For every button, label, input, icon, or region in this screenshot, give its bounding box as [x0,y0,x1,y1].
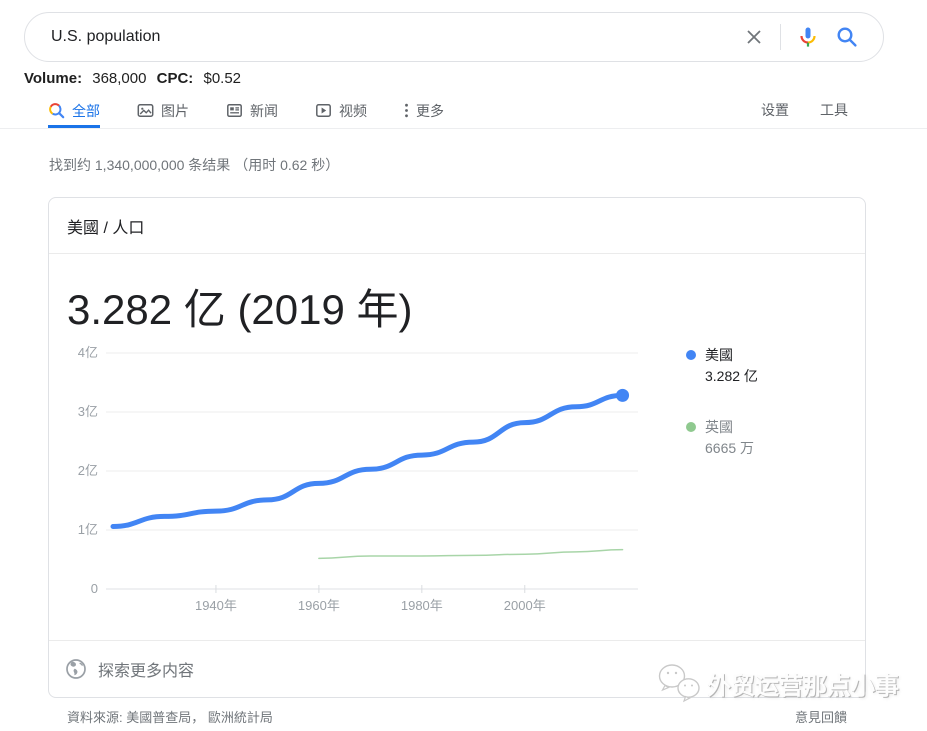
legend-value: 6665 万 [705,437,754,459]
search-bar [24,12,884,62]
wechat-bubbles-logo-icon [656,662,704,705]
videos-icon [315,102,332,119]
watermark: 外贸运营那点小事 [656,662,899,705]
settings-link[interactable]: 设置 [761,100,789,120]
volume-label: Volume: [24,70,82,87]
watermark-text: 外贸运营那点小事 [707,666,899,701]
knowledge-panel-card: 美國 / 人口 3.282 亿 (2019 年) 0 1亿 2亿 3亿 4亿 1940年 1… [48,197,866,698]
google-serp-page: Volume: 368,000 CPC: $0.52 全部 [0,0,927,731]
us-series-dot-icon [686,350,696,360]
tabs-divider [0,128,927,129]
legend-name: 英國 [705,417,754,437]
tab-label: 视频 [339,101,367,121]
legend-entry-uk[interactable]: 英國 6665 万 [686,417,758,459]
tab-label: 全部 [72,101,100,121]
svg-text:1980年: 1980年 [401,598,443,613]
tools-link[interactable]: 工具 [820,100,848,120]
more-dots-icon [404,102,409,119]
tab-label: 图片 [161,101,189,121]
chart-legend: 美國 3.282 亿 英國 6665 万 [686,345,758,489]
tab-more[interactable]: 更多 [404,96,444,125]
svg-text:4亿: 4亿 [78,345,98,360]
legend-entry-us[interactable]: 美國 3.282 亿 [686,345,758,387]
svg-text:3亿: 3亿 [78,404,98,419]
clear-icon[interactable] [743,26,765,48]
result-tabs: 全部 图片 新闻 [48,96,481,128]
svg-text:2000年: 2000年 [504,598,546,613]
mic-icon[interactable] [796,25,820,49]
keyword-metrics-bar: Volume: 368,000 CPC: $0.52 [24,70,247,87]
svg-text:1960年: 1960年 [298,598,340,613]
source-row: 資料來源: 美國普查局， 歐洲統計局 意見回饋 [67,707,847,726]
cpc-value: $0.52 [203,70,241,87]
feedback-link[interactable]: 意見回饋 [795,707,847,726]
search-input[interactable] [25,28,743,46]
population-headline: 3.282 亿 (2019 年) [67,276,413,337]
tab-label: 更多 [416,101,444,121]
legend-value: 3.282 亿 [705,365,758,387]
images-icon [137,102,154,119]
svg-text:1亿: 1亿 [78,522,98,537]
data-source-text: 資料來源: 美國普查局， 歐洲統計局 [67,707,273,726]
search-bar-divider [780,24,781,50]
svg-text:1940年: 1940年 [195,598,237,613]
tab-images[interactable]: 图片 [137,96,189,125]
svg-text:2亿: 2亿 [78,463,98,478]
breadcrumb[interactable]: 美國 / 人口 [49,198,865,254]
tab-label: 新闻 [250,101,278,121]
news-icon [226,102,243,119]
serp-toolbar: 设置 工具 [761,100,848,120]
search-icon[interactable] [835,25,859,49]
uk-series-dot-icon [686,422,696,432]
globe-icon [65,658,87,680]
cpc-label: CPC: [157,70,194,87]
svg-text:0: 0 [91,581,98,596]
tab-videos[interactable]: 视频 [315,96,367,125]
results-stats: 找到约 1,340,000,000 条结果 （用时 0.62 秒） [49,155,339,175]
search-all-icon [48,102,65,119]
search-bar-icons [743,24,883,50]
explore-more-label: 探索更多内容 [98,657,194,681]
volume-value: 368,000 [92,70,146,87]
tab-all[interactable]: 全部 [48,96,100,128]
legend-name: 美國 [705,345,758,365]
tab-news[interactable]: 新闻 [226,96,278,125]
